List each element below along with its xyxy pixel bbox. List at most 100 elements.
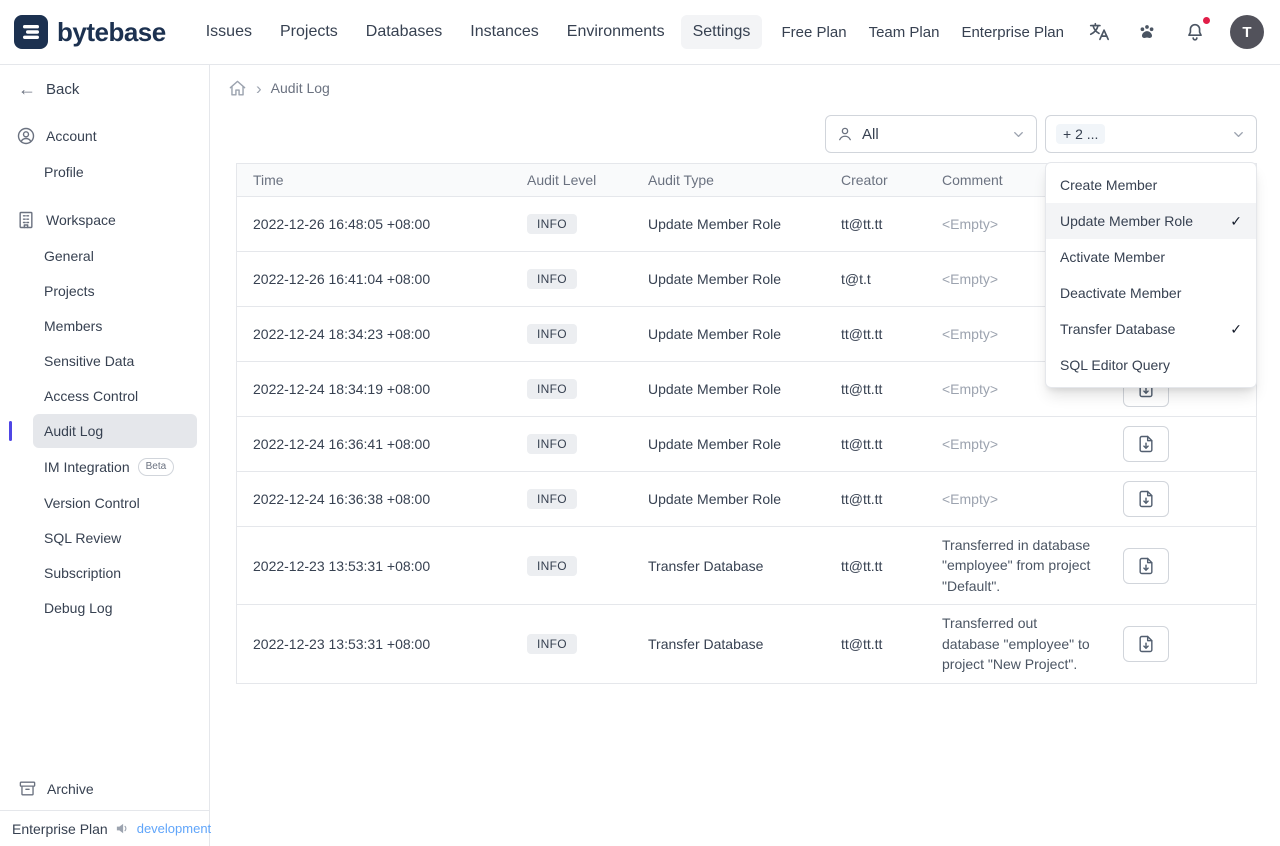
nav-settings[interactable]: Settings — [680, 15, 763, 49]
sidebar-item-version-control[interactable]: Version Control — [33, 486, 197, 520]
sidebar-item-debug-log[interactable]: Debug Log — [33, 591, 197, 625]
menu-item-create-member[interactable]: Create Member — [1046, 167, 1256, 203]
audit-type-dropdown-menu: Create Member Update Member Role ✓ Activ… — [1045, 162, 1257, 388]
menu-item-activate-member[interactable]: Activate Member — [1046, 239, 1256, 275]
bytebase-logo-icon — [14, 15, 48, 49]
row-creator: tt@tt.tt — [825, 196, 926, 252]
navbar-right: Free Plan Team Plan Enterprise Plan T — [782, 15, 1264, 49]
workspace-section-title: Workspace — [0, 202, 209, 238]
audit-level-badge: INFO — [527, 214, 577, 234]
table-row: 2022-12-24 16:36:38 +08:00 INFO Update M… — [237, 471, 1256, 527]
file-download-icon — [1139, 490, 1153, 508]
row-creator: tt@tt.tt — [841, 635, 883, 652]
main-content: › Audit Log All + 2 ... Time Audit Level — [210, 65, 1280, 846]
sidebar-item-projects[interactable]: Projects — [33, 274, 197, 308]
row-audit-type: Transfer Database — [648, 635, 764, 652]
user-avatar[interactable]: T — [1230, 15, 1264, 49]
sidebar-item-sensitive-data[interactable]: Sensitive Data — [33, 344, 197, 378]
home-icon[interactable] — [228, 79, 247, 98]
audit-level-badge: INFO — [527, 633, 577, 654]
audit-level-badge: INFO — [527, 489, 577, 509]
col-audit-type: Audit Type — [632, 164, 825, 197]
workspace-section: Workspace General Projects Members Sensi… — [0, 202, 209, 626]
sidebar-item-general[interactable]: General — [33, 239, 197, 273]
menu-item-update-member-role[interactable]: Update Member Role ✓ — [1046, 203, 1256, 239]
archive-box-icon — [19, 781, 36, 796]
nav-projects[interactable]: Projects — [268, 15, 350, 49]
row-creator: tt@tt.tt — [825, 471, 926, 527]
notification-bell-icon[interactable] — [1182, 16, 1211, 45]
logo-wordmark: bytebase — [57, 16, 166, 47]
row-time: 2022-12-26 16:41:04 +08:00 — [237, 251, 511, 307]
sidebar-item-access-control[interactable]: Access Control — [33, 379, 197, 413]
nav-issues[interactable]: Issues — [194, 15, 264, 49]
back-label: Back — [46, 80, 80, 98]
row-time: 2022-12-23 13:53:31 +08:00 — [253, 635, 431, 652]
sidebar-item-audit-log[interactable]: Audit Log — [33, 414, 197, 448]
nav-instances[interactable]: Instances — [458, 15, 550, 49]
sidebar-bottom: Archive Enterprise Plan development — [0, 769, 211, 846]
bytebase-logo[interactable]: bytebase — [14, 15, 166, 49]
chevron-down-icon — [1014, 131, 1023, 137]
row-creator: tt@tt.tt — [825, 361, 926, 417]
audit-level-badge: INFO — [527, 379, 577, 399]
chevron-down-icon — [1234, 131, 1243, 137]
paw-icon[interactable] — [1134, 19, 1160, 45]
row-comment: Transferred out database "employee" to p… — [942, 615, 1090, 672]
export-log-button[interactable] — [1123, 481, 1169, 517]
file-download-icon — [1139, 435, 1153, 453]
row-time: 2022-12-24 18:34:23 +08:00 — [237, 306, 511, 362]
export-log-button[interactable] — [1123, 426, 1169, 462]
free-plan-link[interactable]: Free Plan — [782, 24, 847, 41]
sidebar-item-im-integration[interactable]: IM Integration Beta — [33, 449, 197, 485]
row-creator: tt@tt.tt — [825, 416, 926, 472]
row-audit-type: Transfer Database — [632, 526, 825, 605]
audit-type-filter-select[interactable]: + 2 ... — [1045, 115, 1257, 153]
row-comment: Transferred in database "employee" from … — [926, 526, 1107, 605]
user-circle-icon — [17, 127, 35, 145]
beta-badge: Beta — [137, 458, 175, 476]
breadcrumb-chevron-icon: › — [256, 78, 262, 98]
sidebar-item-sql-review[interactable]: SQL Review — [33, 521, 197, 555]
table-row: 2022-12-23 13:53:31 +08:00 INFO Transfer… — [237, 605, 1256, 683]
col-creator: Creator — [825, 164, 926, 197]
nav-databases[interactable]: Databases — [354, 15, 455, 49]
archive-button[interactable]: Archive — [0, 769, 209, 810]
sidebar-item-subscription[interactable]: Subscription — [33, 556, 197, 590]
speaker-icon — [116, 823, 127, 834]
row-comment: <Empty> — [926, 416, 1107, 472]
row-audit-type: Update Member Role — [632, 306, 825, 362]
row-time: 2022-12-24 16:36:38 +08:00 — [237, 471, 511, 527]
export-log-button[interactable] — [1123, 547, 1169, 584]
menu-item-deactivate-member[interactable]: Deactivate Member — [1046, 275, 1256, 311]
sidebar-item-profile[interactable]: Profile — [33, 155, 197, 189]
file-download-icon — [1139, 635, 1153, 652]
sidebar-footer: Enterprise Plan development — [0, 810, 211, 846]
breadcrumb: › Audit Log — [210, 65, 1280, 105]
creator-filter-value: All — [862, 125, 879, 143]
export-log-button[interactable] — [1123, 625, 1169, 662]
menu-item-sql-editor-query[interactable]: SQL Editor Query — [1046, 347, 1256, 383]
row-creator: t@t.t — [825, 251, 926, 307]
file-download-icon — [1139, 557, 1153, 574]
col-audit-level: Audit Level — [511, 164, 632, 197]
main-nav: Issues Projects Databases Instances Envi… — [194, 15, 763, 49]
breadcrumb-current: Audit Log — [270, 80, 330, 96]
account-section-title: Account — [0, 118, 209, 154]
building-icon — [19, 211, 33, 229]
back-button[interactable]: ← Back — [0, 65, 209, 106]
language-translate-icon[interactable] — [1086, 19, 1112, 45]
check-icon: ✓ — [1230, 212, 1242, 229]
row-time: 2022-12-23 13:53:31 +08:00 — [237, 526, 511, 605]
row-time: 2022-12-24 16:36:41 +08:00 — [237, 416, 511, 472]
account-section: Account Profile — [0, 118, 209, 190]
row-creator: tt@tt.tt — [825, 306, 926, 362]
audit-type-filter-value: + 2 ... — [1056, 123, 1106, 144]
row-audit-type: Update Member Role — [632, 251, 825, 307]
nav-environments[interactable]: Environments — [555, 15, 677, 49]
sidebar-item-members[interactable]: Members — [33, 309, 197, 343]
team-plan-link[interactable]: Team Plan — [869, 24, 940, 41]
menu-item-transfer-database[interactable]: Transfer Database ✓ — [1046, 311, 1256, 347]
creator-filter-select[interactable]: All — [825, 115, 1037, 153]
enterprise-plan-link[interactable]: Enterprise Plan — [961, 24, 1064, 41]
